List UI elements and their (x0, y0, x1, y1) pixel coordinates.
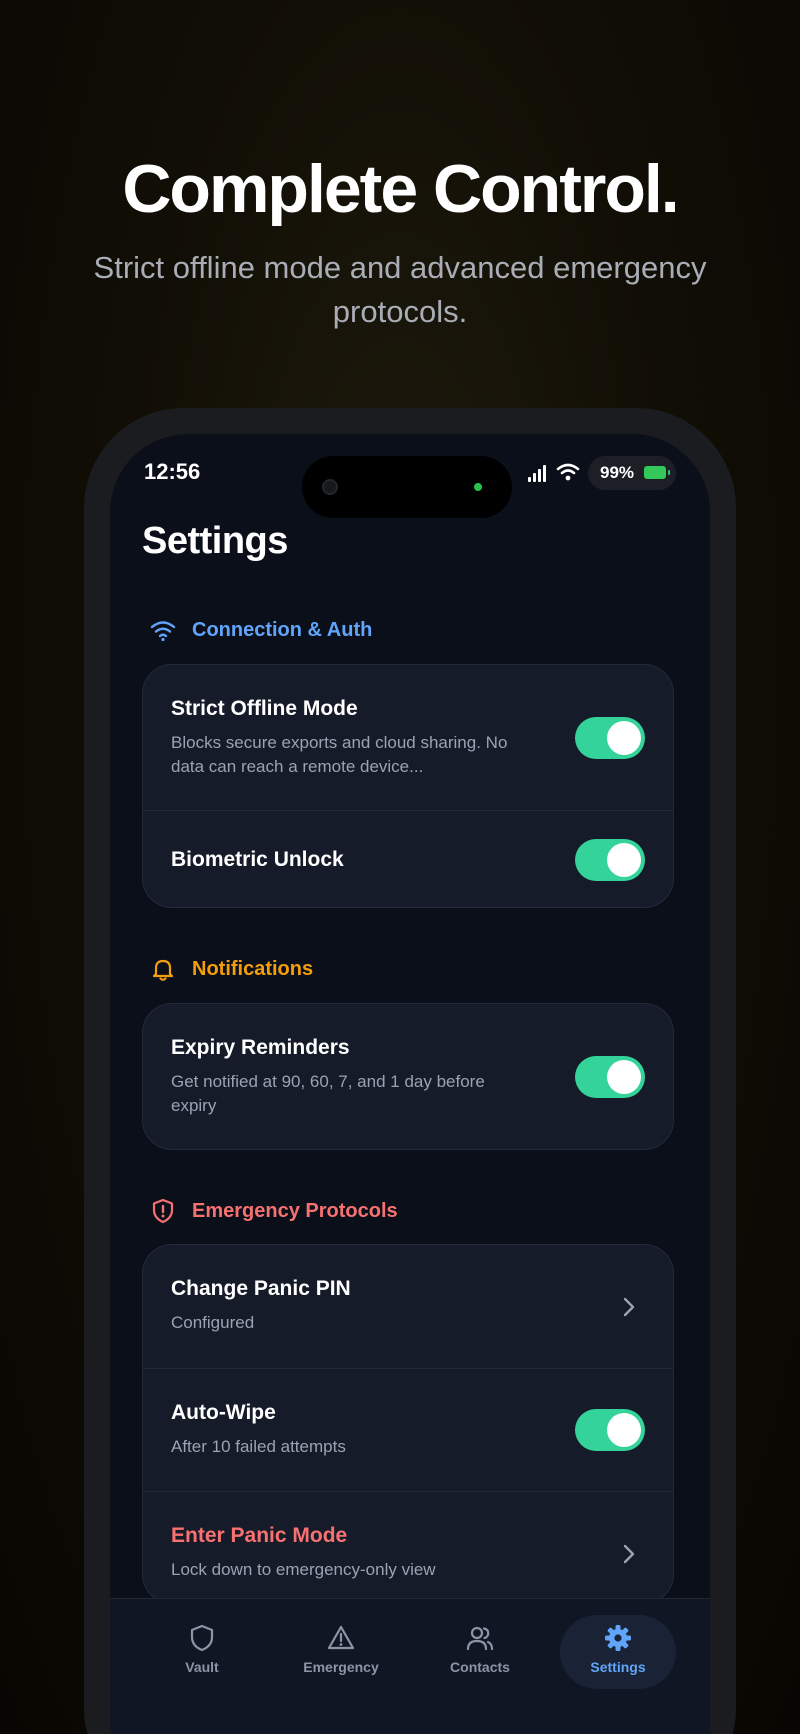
tab-label: Vault (185, 1659, 219, 1675)
card-notifications: Expiry Reminders Get notified at 90, 60,… (142, 1003, 674, 1150)
battery-indicator: 99% (588, 456, 676, 490)
battery-percent: 99% (600, 463, 635, 482)
row-title: Expiry Reminders (171, 1036, 350, 1059)
section-label: Emergency Protocols (192, 1199, 398, 1222)
auto-wipe-toggle[interactable] (575, 1409, 645, 1451)
row-title: Biometric Unlock (171, 848, 344, 871)
wifi-status-icon (556, 463, 580, 481)
toggle-knob (607, 843, 641, 877)
row-subtitle: Get notified at 90, 60, 7, and 1 day bef… (171, 1072, 485, 1115)
battery-icon (644, 466, 670, 479)
toggle-knob (607, 1413, 641, 1447)
row-title: Enter Panic Mode (171, 1524, 348, 1547)
warning-icon (327, 1625, 355, 1650)
phone-screen: 12:56 99% Settings Connection & Auth Str… (110, 434, 710, 1734)
bell-icon (152, 959, 174, 981)
biometric-unlock-toggle[interactable] (575, 839, 645, 881)
hero-subtitle: Strict offline mode and advanced emergen… (93, 250, 707, 329)
row-subtitle: After 10 failed attempts (171, 1437, 346, 1456)
tab-label: Settings (590, 1659, 646, 1675)
page-title: Settings (142, 520, 288, 562)
toggle-knob (607, 721, 641, 755)
section-header-connection: Connection & Auth (150, 614, 372, 646)
expiry-reminders-toggle[interactable] (575, 1056, 645, 1098)
shield-alert-icon (152, 1198, 174, 1224)
row-title: Auto-Wipe (171, 1401, 276, 1424)
dynamic-island (302, 456, 512, 518)
card-connection-auth: Strict Offline Mode Blocks secure export… (142, 664, 674, 908)
row-subtitle: Lock down to emergency-only view (171, 1560, 436, 1579)
row-strict-offline-mode: Strict Offline Mode Blocks secure export… (143, 665, 673, 810)
chevron-right-icon (623, 1297, 635, 1317)
hero-title: Complete Control. (122, 151, 679, 227)
camera-icon (322, 479, 338, 495)
status-time: 12:56 (144, 459, 201, 484)
tab-label: Contacts (450, 1659, 510, 1675)
shield-icon (190, 1624, 214, 1652)
row-enter-panic-mode[interactable]: Enter Panic Mode Lock down to emergency-… (143, 1491, 673, 1603)
row-expiry-reminders: Expiry Reminders Get notified at 90, 60,… (143, 1004, 673, 1149)
section-header-notifications: Notifications (150, 953, 313, 985)
row-title: Strict Offline Mode (171, 697, 358, 720)
row-biometric-unlock: Biometric Unlock (143, 810, 673, 907)
cellular-signal-icon (528, 465, 546, 482)
indicator-dot (474, 483, 482, 491)
row-auto-wipe: Auto-Wipe After 10 failed attempts (143, 1368, 673, 1491)
strict-offline-toggle[interactable] (575, 717, 645, 759)
users-icon (466, 1626, 494, 1651)
tab-settings[interactable]: Settings (560, 1615, 676, 1689)
row-subtitle: Configured (171, 1313, 255, 1332)
wifi-icon (150, 621, 176, 642)
row-title: Change Panic PIN (171, 1277, 351, 1300)
section-header-emergency: Emergency Protocols (150, 1195, 398, 1227)
gear-icon (605, 1625, 631, 1651)
row-change-panic-pin[interactable]: Change Panic PIN Configured (143, 1245, 673, 1368)
tab-contacts[interactable]: Contacts (428, 1615, 532, 1689)
tab-emergency[interactable]: Emergency (289, 1615, 393, 1689)
row-subtitle: Blocks secure exports and cloud sharing.… (171, 733, 508, 776)
tab-label: Emergency (303, 1659, 379, 1675)
tab-bar: Vault Emergency Contacts Settings (110, 1598, 710, 1734)
section-label: Notifications (192, 957, 314, 980)
section-label: Connection & Auth (192, 618, 373, 641)
card-emergency-protocols: Change Panic PIN Configured Auto-Wipe Af… (142, 1244, 674, 1604)
tab-vault[interactable]: Vault (150, 1615, 254, 1689)
chevron-right-icon (623, 1544, 635, 1564)
toggle-knob (607, 1060, 641, 1094)
